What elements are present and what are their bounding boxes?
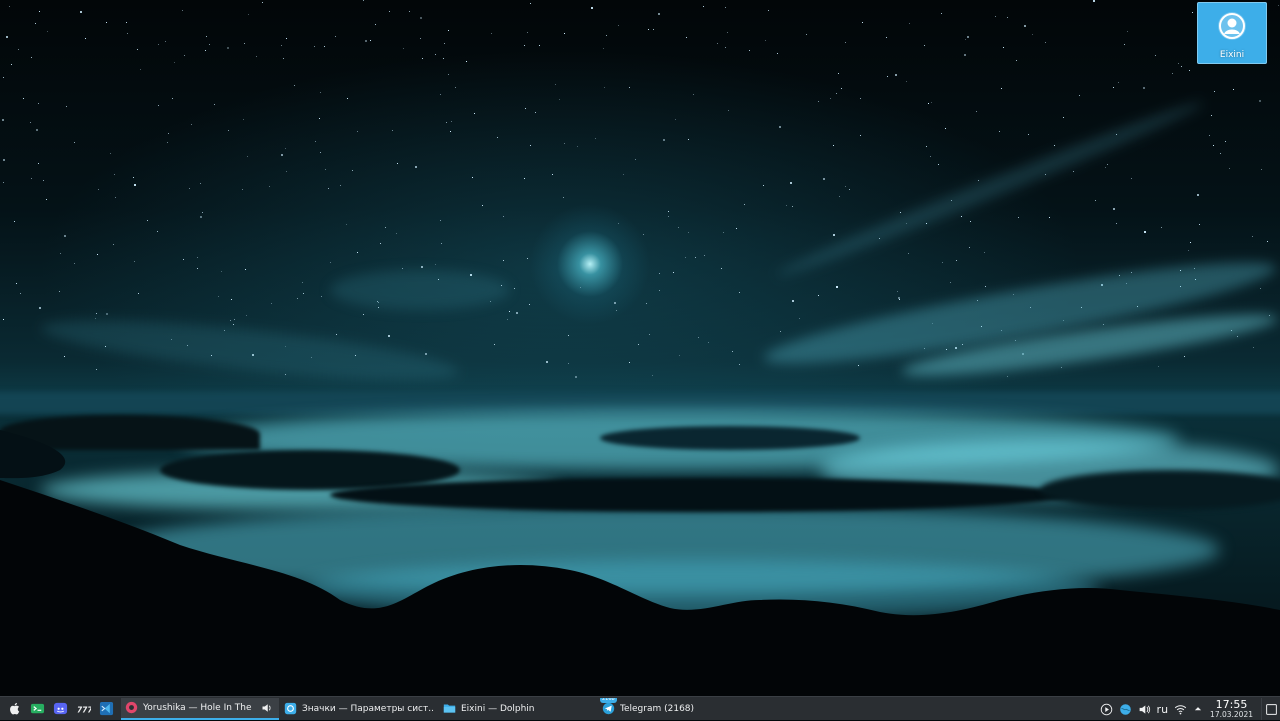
music-player-icon xyxy=(125,701,138,714)
clock-time: 17:55 xyxy=(1215,698,1248,712)
play-icon xyxy=(1100,703,1112,715)
network-manager-tray[interactable] xyxy=(1119,698,1132,720)
wifi-icon xyxy=(1174,704,1187,714)
wifi-tray[interactable] xyxy=(1174,698,1187,720)
task-label: Значки — Параметры сист... xyxy=(302,703,434,714)
system-tray: ru 17:55 17.03.2021 xyxy=(1097,697,1280,721)
keyboard-layout-indicator[interactable]: ru xyxy=(1157,698,1169,720)
show-desktop-icon xyxy=(1265,703,1277,715)
wallpaper-foreground-silhouette xyxy=(0,430,1280,696)
svg-text:777: 777 xyxy=(76,705,90,714)
folder-icon xyxy=(443,702,456,715)
777-icon: 777 xyxy=(76,705,90,714)
settings-icon xyxy=(284,702,297,715)
volume-icon[interactable] xyxy=(261,701,275,715)
desktop-icon-eixini[interactable]: Eixini xyxy=(1197,2,1267,64)
volume-tray[interactable] xyxy=(1138,698,1151,720)
apple-icon xyxy=(9,702,19,715)
show-desktop-button[interactable] xyxy=(1261,698,1280,720)
unread-badge: 2168 xyxy=(600,697,617,703)
terminal-launcher[interactable] xyxy=(26,698,48,720)
task-label: Yorushika — Hole In The ... xyxy=(143,702,256,713)
user-folder-icon xyxy=(1218,12,1246,40)
globe-icon xyxy=(1119,703,1131,715)
task-settings[interactable]: Значки — Параметры сист... xyxy=(280,698,438,720)
discord-icon xyxy=(53,702,67,715)
chevron-up-icon xyxy=(1194,707,1202,711)
terminal-icon xyxy=(30,703,44,714)
clock-date: 17.03.2021 xyxy=(1210,710,1253,720)
task-label: Eixini — Dolphin xyxy=(461,703,535,714)
media-play-tray[interactable] xyxy=(1100,698,1113,720)
tray-expander[interactable] xyxy=(1193,698,1203,720)
task-telegram[interactable]: 2168 Telegram (2168) xyxy=(598,697,756,720)
app-menu-launcher[interactable] xyxy=(3,698,25,720)
telegram-icon: 2168 xyxy=(600,697,617,715)
task-yorushika[interactable]: Yorushika — Hole In The ... xyxy=(121,697,279,720)
vscode-launcher[interactable] xyxy=(95,698,117,720)
launcher-777[interactable]: 777 xyxy=(72,698,94,720)
speaker-icon xyxy=(1139,704,1150,714)
desktop-icon-label: Eixini xyxy=(1219,50,1245,60)
digital-clock[interactable]: 17:55 17.03.2021 xyxy=(1210,699,1253,719)
task-label: Telegram (2168) xyxy=(620,703,695,714)
discord-launcher[interactable] xyxy=(49,698,71,720)
task-dolphin[interactable]: Eixini — Dolphin xyxy=(439,698,597,720)
desktop-wallpaper: Eixini xyxy=(0,0,1280,696)
taskbar: 777 Yorushika — Hole In The ... xyxy=(0,696,1280,720)
vscode-icon xyxy=(99,701,113,716)
